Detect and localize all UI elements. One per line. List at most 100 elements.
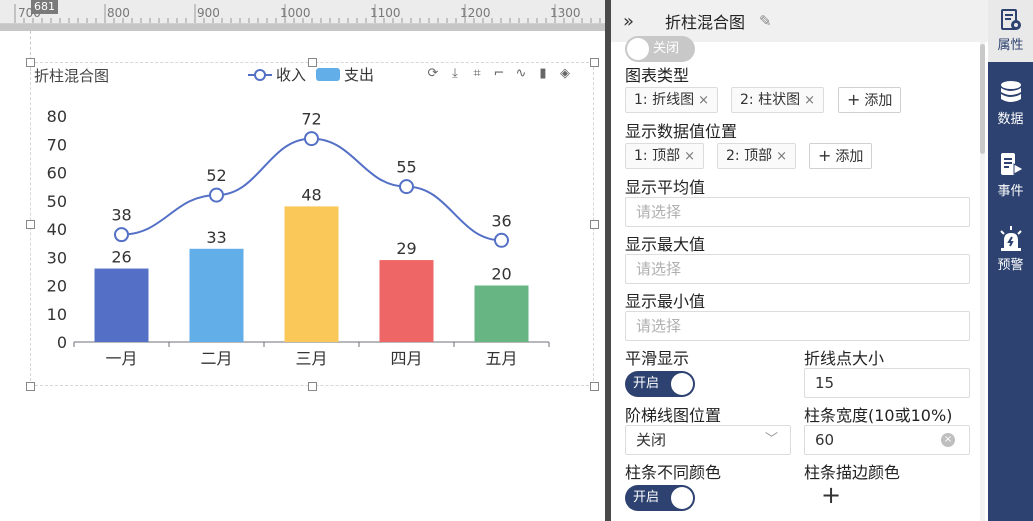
bar-data-label: 20 <box>491 265 511 284</box>
smooth-toggle[interactable]: 开启 <box>625 371 695 397</box>
line-data-label: 38 <box>111 206 131 225</box>
toggle-knob <box>627 38 649 60</box>
line-data-label: 72 <box>301 110 321 129</box>
value-position-tag[interactable]: 2: 顶部 × <box>717 143 796 169</box>
line-data-label: 52 <box>206 166 226 185</box>
nav-item-alarm[interactable]: 预警 <box>988 226 1033 273</box>
max-select[interactable]: 请选择 <box>625 254 970 284</box>
remove-icon[interactable]: × <box>804 93 815 108</box>
edit-icon[interactable]: ✎ <box>759 12 772 30</box>
bar-data-label: 29 <box>396 239 416 258</box>
canvas-area[interactable]: 700 800 900 1000 1100 1200 1300 681 折柱混合… <box>0 0 605 521</box>
bar-data-label: 48 <box>301 185 321 204</box>
line-point <box>399 179 414 195</box>
side-nav: 属性 数据 事件 预警 <box>988 0 1033 521</box>
bar-width-value: 60 <box>815 431 835 449</box>
bar <box>94 268 149 342</box>
y-tick-label: 60 <box>47 164 67 183</box>
step-value: 关闭 <box>636 431 667 449</box>
plus-icon: + <box>847 90 861 109</box>
diff-colors-label: 柱条不同颜色 <box>625 463 722 482</box>
line-data-label: 36 <box>491 211 511 230</box>
alarm-icon <box>999 226 1022 251</box>
max-label: 显示最大值 <box>625 235 706 254</box>
event-icon <box>1000 153 1024 175</box>
step-select[interactable]: 关闭 ﹀ <box>625 425 791 455</box>
tag-label: 2: 柱状图 <box>740 92 801 108</box>
nav-label: 事件 <box>997 184 1024 199</box>
chevron-down-icon: ﹀ <box>764 432 778 447</box>
x-tick-label: 一月 <box>105 349 137 368</box>
toggle-label: 开启 <box>633 490 660 505</box>
chart-type-label: 图表类型 <box>625 66 690 85</box>
add-color-icon[interactable]: + <box>821 481 841 509</box>
add-label: 添加 <box>835 149 864 165</box>
bar <box>474 285 529 342</box>
database-icon <box>1000 81 1021 102</box>
point-size-input[interactable]: 15 <box>804 368 970 398</box>
x-tick-label: 二月 <box>200 349 232 368</box>
properties-icon <box>1000 9 1021 30</box>
toggle-label: 关闭 <box>653 41 680 56</box>
value-position-label: 显示数据值位置 <box>625 122 738 141</box>
nav-item-properties[interactable]: 属性 <box>988 0 1033 62</box>
x-tick-label: 四月 <box>390 349 422 368</box>
add-label: 添加 <box>864 93 893 109</box>
chart-plot: 0 10 20 30 40 50 60 70 80 一月 二月 三月 四月 五月 26 33 48 29 20 38 5… <box>47 107 550 368</box>
bar <box>189 248 244 342</box>
toggle-knob <box>671 487 693 509</box>
nav-label: 属性 <box>997 38 1024 53</box>
nav-label: 预警 <box>997 258 1024 273</box>
visible-toggle[interactable]: 关闭 <box>625 36 695 62</box>
line-point <box>209 187 224 203</box>
panel-body: 关闭 图表类型 1: 折线图 × 2: 柱状图 × + 添加 显示数据值位置 1: 顶… <box>611 36 988 521</box>
line-point <box>494 232 509 248</box>
remove-icon[interactable]: × <box>776 149 787 164</box>
remove-icon[interactable]: × <box>684 149 695 164</box>
smooth-label: 平滑显示 <box>625 349 690 368</box>
y-tick-label: 50 <box>47 192 67 211</box>
diff-colors-toggle[interactable]: 开启 <box>625 485 695 511</box>
nav-item-events[interactable]: 事件 <box>988 152 1033 199</box>
property-panel: » 折柱混合图 ✎ 关闭 图表类型 1: 折线图 × 2: 柱状图 × + 添加 显示… <box>611 0 988 521</box>
chart-type-tag[interactable]: 1: 折线图 × <box>625 87 718 113</box>
scrollbar-thumb[interactable] <box>980 44 985 154</box>
nav-item-data[interactable]: 数据 <box>988 80 1033 127</box>
bar-data-label: 26 <box>111 248 131 267</box>
plus-icon: + <box>818 146 832 165</box>
line-point <box>114 227 129 243</box>
y-tick-label: 0 <box>57 333 67 352</box>
tag-label: 1: 折线图 <box>634 92 695 108</box>
y-tick-label: 40 <box>47 220 67 239</box>
border-color-label: 柱条描边颜色 <box>804 463 901 482</box>
nav-label: 数据 <box>997 112 1024 127</box>
bar-width-input[interactable]: 60 × <box>804 425 970 455</box>
panel-title: 折柱混合图 <box>665 13 746 32</box>
tag-label: 2: 顶部 <box>726 148 773 164</box>
clear-icon[interactable]: × <box>941 433 955 447</box>
bar <box>284 206 339 342</box>
collapse-icon[interactable]: » <box>623 11 645 32</box>
add-chart-type-button[interactable]: + 添加 <box>838 87 902 113</box>
remove-icon[interactable]: × <box>698 93 709 108</box>
toggle-knob <box>671 373 693 395</box>
bar <box>379 260 434 342</box>
average-select[interactable]: 请选择 <box>625 197 970 227</box>
add-value-position-button[interactable]: + 添加 <box>809 143 873 169</box>
point-size-label: 折线点大小 <box>804 349 885 368</box>
y-tick-label: 80 <box>47 107 67 126</box>
min-select[interactable]: 请选择 <box>625 311 970 341</box>
tag-label: 1: 顶部 <box>634 148 681 164</box>
x-tick-label: 三月 <box>295 349 327 368</box>
x-tick-label: 五月 <box>485 349 517 368</box>
value-position-tag[interactable]: 1: 顶部 × <box>625 143 704 169</box>
toggle-label: 开启 <box>633 376 660 391</box>
line-data-label: 55 <box>396 158 416 177</box>
y-tick-label: 30 <box>47 248 67 267</box>
bar-data-label: 33 <box>206 228 226 247</box>
chart-type-tag[interactable]: 2: 柱状图 × <box>731 87 824 113</box>
step-label: 阶梯线图位置 <box>625 406 722 425</box>
average-label: 显示平均值 <box>625 178 706 197</box>
min-label: 显示最小值 <box>625 292 706 311</box>
line-point <box>304 131 319 147</box>
